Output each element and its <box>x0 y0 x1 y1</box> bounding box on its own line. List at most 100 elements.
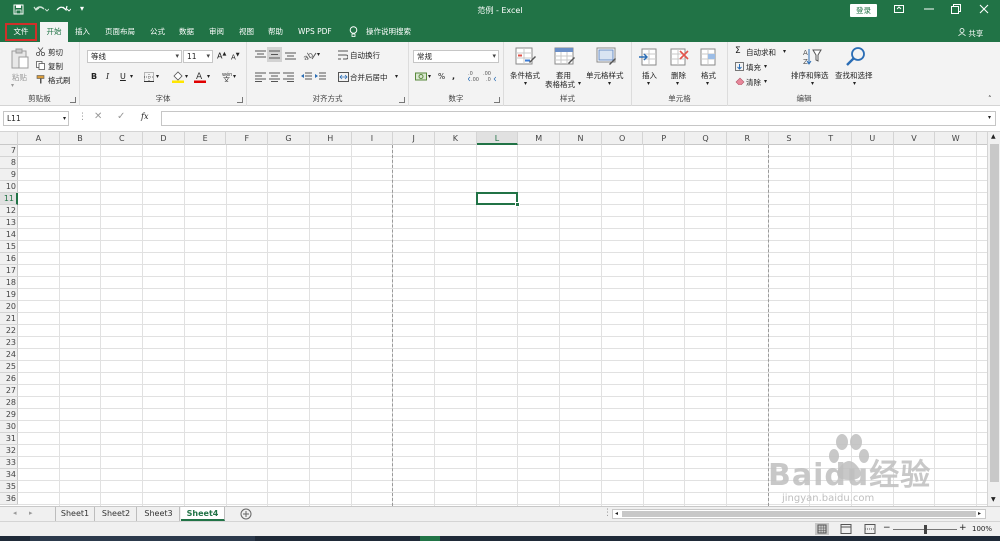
horizontal-scroll-thumb[interactable] <box>622 511 976 517</box>
taskbar-search-box[interactable] <box>30 536 255 541</box>
row-header-10[interactable]: 10 <box>0 181 18 193</box>
more-options-icon[interactable]: ⋮ <box>78 112 87 122</box>
alignment-launcher-icon[interactable] <box>399 97 405 103</box>
taskbar-excel-icon[interactable] <box>420 536 440 541</box>
conditional-dropdown-icon[interactable]: ▾ <box>524 80 527 87</box>
share-button[interactable]: 共享 <box>958 28 983 39</box>
row-header-36[interactable]: 36 <box>0 493 18 505</box>
copy-button[interactable]: 复制 <box>48 61 63 72</box>
normal-view-icon[interactable] <box>815 523 829 535</box>
format-table-button[interactable]: 表格格式 <box>545 79 575 90</box>
name-box[interactable]: L11 ▾ <box>3 111 69 126</box>
fill-down-icon[interactable] <box>735 62 744 73</box>
comma-style-icon[interactable]: , <box>452 72 455 81</box>
underline-dropdown-icon[interactable]: ▾ <box>130 73 133 80</box>
paste-icon[interactable] <box>10 48 30 72</box>
decrease-decimal-icon[interactable]: .00.0 <box>483 70 497 84</box>
font-color-icon[interactable]: A <box>194 70 206 85</box>
border-icon[interactable] <box>144 72 154 84</box>
format-table-icon[interactable] <box>554 47 576 69</box>
sort-filter-button[interactable]: 排序和筛选 <box>791 70 829 81</box>
tab-data[interactable]: 数据 <box>179 22 194 42</box>
cell-styles-button[interactable]: 单元格样式 <box>586 70 624 81</box>
conditional-format-icon[interactable] <box>515 47 537 69</box>
row-header-17[interactable]: 17 <box>0 265 18 277</box>
column-header-h[interactable]: H <box>310 132 352 145</box>
format-painter-button[interactable]: 格式刷 <box>48 75 71 86</box>
cell-styles-dropdown-icon[interactable]: ▾ <box>608 80 611 87</box>
cell-styles-icon[interactable] <box>596 47 618 69</box>
wrap-text-button[interactable]: 自动换行 <box>350 50 380 61</box>
row-header-35[interactable]: 35 <box>0 481 18 493</box>
tab-review[interactable]: 审阅 <box>209 22 224 42</box>
sheet-tab-sheet1[interactable]: Sheet1 <box>55 507 95 521</box>
currency-dropdown-icon[interactable]: ▾ <box>428 73 431 80</box>
row-header-21[interactable]: 21 <box>0 313 18 325</box>
row-header-16[interactable]: 16 <box>0 253 18 265</box>
font-size-select[interactable]: 11 ▾ <box>183 50 213 63</box>
vertical-scroll-thumb[interactable] <box>990 144 999 482</box>
italic-button[interactable]: I <box>106 72 109 81</box>
name-box-dropdown-icon[interactable]: ▾ <box>63 112 66 125</box>
number-launcher-icon[interactable] <box>494 97 500 103</box>
column-header-t[interactable]: T <box>810 132 852 145</box>
row-header-27[interactable]: 27 <box>0 385 18 397</box>
row-header-23[interactable]: 23 <box>0 337 18 349</box>
tab-formulas[interactable]: 公式 <box>150 22 165 42</box>
minimize-icon[interactable] <box>924 4 934 17</box>
column-header-g[interactable]: G <box>268 132 310 145</box>
shrink-font-icon[interactable]: A▼ <box>231 52 240 61</box>
add-sheet-icon[interactable] <box>240 508 252 522</box>
wrap-text-icon[interactable] <box>338 50 349 62</box>
column-header-w[interactable]: W <box>935 132 978 145</box>
align-middle-icon[interactable] <box>267 47 282 62</box>
format-table-dropdown-icon[interactable]: ▾ <box>578 80 581 87</box>
next-sheet-icon[interactable]: ▸ <box>29 509 33 517</box>
font-name-select[interactable]: 等线 ▾ <box>87 50 182 63</box>
autosum-dropdown-icon[interactable]: ▾ <box>783 48 786 55</box>
merge-dropdown-icon[interactable]: ▾ <box>395 73 398 80</box>
tab-file[interactable]: 文件 <box>4 22 38 42</box>
paste-dropdown-icon[interactable]: ▾ <box>11 82 14 89</box>
fill-color-icon[interactable] <box>172 70 184 85</box>
phonetic-icon[interactable]: wén 文 <box>221 71 232 84</box>
prev-sheet-icon[interactable]: ◂ <box>13 509 17 517</box>
ribbon-display-icon[interactable] <box>894 4 904 17</box>
row-header-29[interactable]: 29 <box>0 409 18 421</box>
vertical-scrollbar[interactable]: ▲ ▼ <box>987 132 1000 506</box>
sort-dropdown-icon[interactable]: ▾ <box>811 80 814 87</box>
collapse-ribbon-icon[interactable]: ˄ <box>988 95 992 103</box>
tab-home[interactable]: 开始 <box>40 22 68 42</box>
find-dropdown-icon[interactable]: ▾ <box>853 80 856 87</box>
scroll-right-icon[interactable]: ▸ <box>978 510 981 517</box>
column-header-b[interactable]: B <box>60 132 102 145</box>
clipboard-launcher-icon[interactable] <box>70 97 76 103</box>
column-header-q[interactable]: Q <box>685 132 727 145</box>
horizontal-scrollbar[interactable]: ◂ ▸ <box>612 509 986 519</box>
eraser-icon[interactable] <box>735 77 745 87</box>
format-dropdown-icon[interactable]: ▾ <box>706 80 709 87</box>
column-header-c[interactable]: C <box>101 132 144 145</box>
column-header-j[interactable]: J <box>393 132 435 145</box>
column-header-e[interactable]: E <box>185 132 227 145</box>
column-header-f[interactable]: F <box>227 132 269 145</box>
tab-help[interactable]: 帮助 <box>268 22 283 42</box>
page-layout-view-icon[interactable] <box>840 524 852 536</box>
clear-button[interactable]: 清除 <box>746 77 761 88</box>
orientation-dropdown-icon[interactable]: ▾ <box>317 51 320 58</box>
column-header-a[interactable]: A <box>18 132 60 145</box>
zoom-out-icon[interactable]: − <box>883 523 891 533</box>
close-icon[interactable] <box>979 4 989 17</box>
column-header-u[interactable]: U <box>852 132 894 145</box>
format-painter-icon[interactable] <box>36 75 45 86</box>
confirm-entry-icon[interactable]: ✓ <box>117 111 125 122</box>
insert-cells-icon[interactable] <box>639 47 659 69</box>
zoom-slider-thumb[interactable] <box>924 525 927 534</box>
sheet-tab-sheet3[interactable]: Sheet3 <box>138 507 180 521</box>
fill-dropdown-icon[interactable]: ▾ <box>764 63 767 70</box>
column-header-k[interactable]: K <box>435 132 477 145</box>
clear-dropdown-icon[interactable]: ▾ <box>764 78 767 85</box>
orientation-icon[interactable]: ab <box>302 50 317 63</box>
insert-function-icon[interactable]: fx <box>141 112 148 121</box>
sort-filter-icon[interactable]: AZ <box>802 47 822 69</box>
